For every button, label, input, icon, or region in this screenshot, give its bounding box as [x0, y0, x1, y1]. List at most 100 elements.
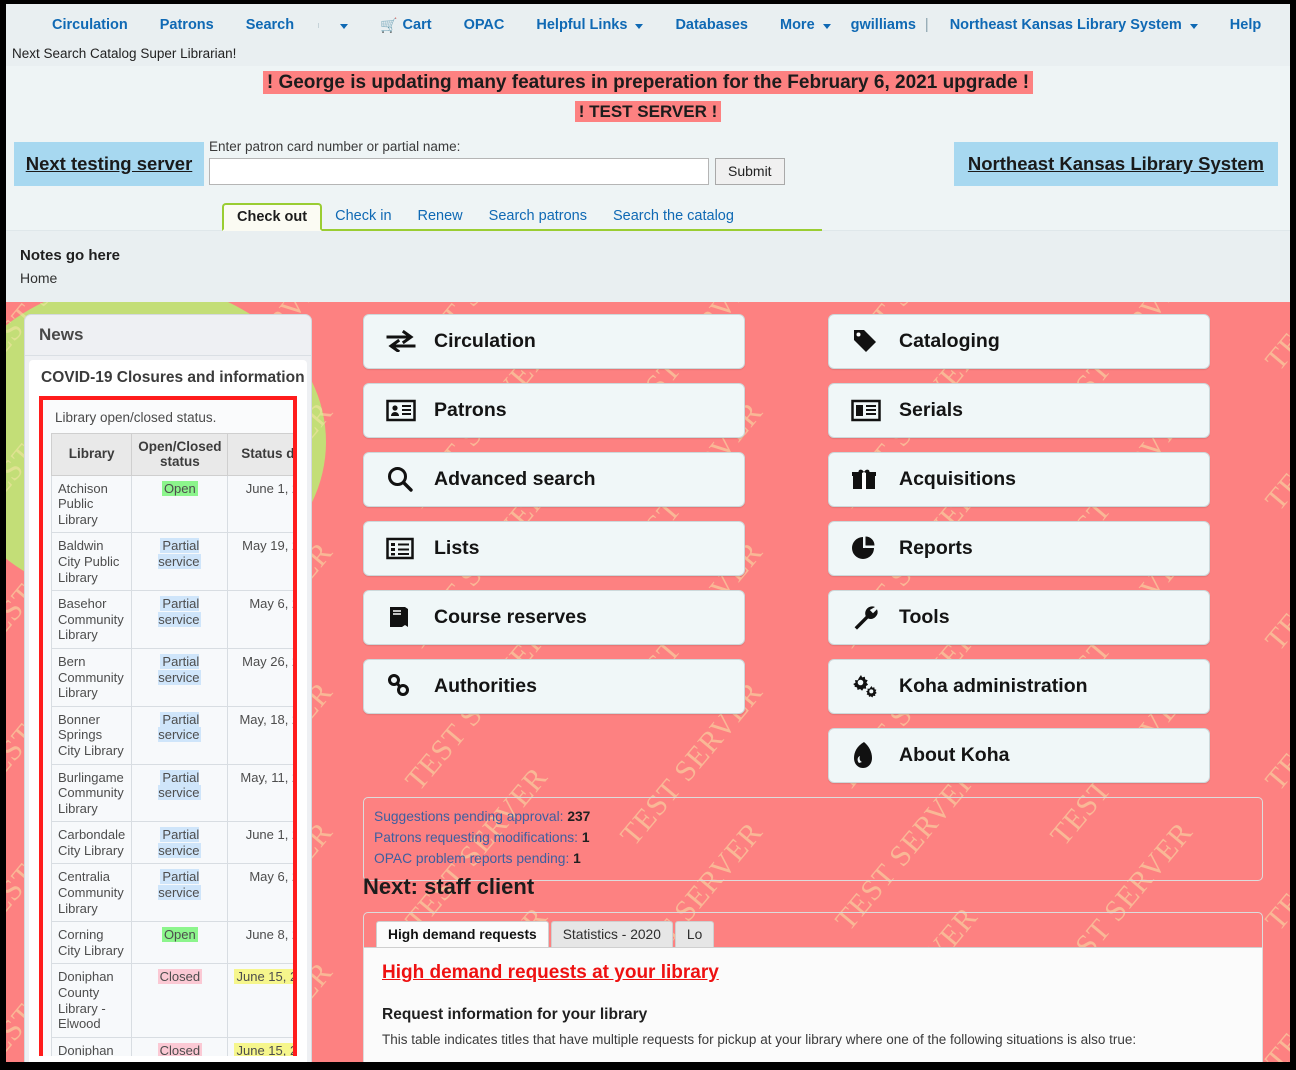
- nav-label: Circulation: [52, 17, 128, 33]
- nav-item-circulation[interactable]: Circulation: [36, 17, 144, 33]
- nav-label: Patrons: [159, 17, 214, 33]
- cell-library: Basehor Community Library: [50, 590, 133, 649]
- watermark-text: TEST SERVER: [1259, 1040, 1290, 1062]
- breadcrumb[interactable]: Home: [20, 270, 1290, 286]
- module-reports[interactable]: Reports: [828, 520, 1210, 576]
- pending-suggestions-row[interactable]: Suggestions pending approval: 237: [374, 806, 1262, 827]
- col-status: Open/Closed status: [131, 432, 229, 476]
- panel-heading: High demand requests at your library: [382, 961, 719, 983]
- notes-strip: Notes go here Home: [6, 229, 1290, 302]
- cell-status-date: June 15, 2020: [227, 963, 293, 1038]
- circulation-tabs: Check out Check in Renew Search patrons …: [222, 202, 822, 231]
- cell-status-date: May 6, 2020: [227, 590, 293, 649]
- brand-left-block: Next testing server: [14, 141, 204, 186]
- status-badge: Closed: [157, 1042, 203, 1056]
- cell-library: Carbondale City Library: [50, 821, 133, 865]
- table-row: Carbondale City Library Partial service Ju…: [50, 821, 293, 865]
- nav-label: Databases: [675, 17, 748, 33]
- module-column-left: Circulation Patrons Advanced search List…: [363, 313, 745, 728]
- high-demand-panel: High demand requests Statistics - 2020 L…: [363, 911, 1263, 1062]
- panel-content: High demand requests at your library Req…: [364, 946, 1262, 1062]
- cell-status: Partial service: [131, 590, 229, 649]
- module-koha-administration[interactable]: Koha administration: [828, 658, 1210, 714]
- module-about-koha[interactable]: About Koha: [828, 727, 1210, 783]
- module-lists[interactable]: Lists: [363, 520, 745, 576]
- status-badge: Closed: [157, 969, 203, 985]
- search-label: Enter patron card number or partial name…: [209, 138, 461, 154]
- nav-library-dropdown[interactable]: Northeast Kansas Library System: [934, 17, 1214, 33]
- tab-check-out[interactable]: Check out: [222, 202, 323, 231]
- submit-button[interactable]: Submit: [715, 157, 785, 185]
- module-label: Serials: [899, 398, 963, 421]
- watermark-text: TEST SERVER: [1259, 302, 1290, 377]
- module-authorities[interactable]: Authorities: [363, 658, 745, 714]
- module-acquisitions[interactable]: Acquisitions: [828, 451, 1210, 507]
- table-row: Atchison Public Library Open June 1, 2020: [50, 474, 293, 534]
- cell-library: Corning City Library: [50, 921, 133, 965]
- module-tools[interactable]: Tools: [828, 589, 1210, 645]
- library-system-link[interactable]: Northeast Kansas Library System: [968, 153, 1264, 175]
- nav-more-dropdown-toggle[interactable]: [318, 22, 364, 29]
- cell-status-date: June 1, 2020: [227, 474, 293, 534]
- module-course-reserves[interactable]: Course reserves: [363, 589, 745, 645]
- nav-item-databases[interactable]: Databases: [659, 17, 764, 33]
- nav-item-cart[interactable]: 🛒 Cart: [364, 17, 447, 34]
- banner-line-1: ! George is updating many features in pr…: [6, 70, 1290, 96]
- cell-status-date: May 26, 2020: [227, 647, 293, 707]
- module-patrons[interactable]: Patrons: [363, 382, 745, 438]
- cell-status: Partial service: [131, 532, 229, 592]
- patron-search-input[interactable]: [209, 157, 709, 185]
- cell-library: Atchison Public Library: [50, 474, 133, 534]
- status-badge: Partial service: [158, 538, 202, 569]
- module-label: Lists: [434, 536, 480, 559]
- cell-status: Closed: [131, 1036, 229, 1056]
- nav-item-more[interactable]: More: [764, 17, 847, 33]
- cell-library: Doniphan County Library - Elwood: [50, 963, 133, 1038]
- nav-item-help[interactable]: Help: [1214, 17, 1277, 33]
- pending-modifications-row[interactable]: Patrons requesting modifications: 1: [374, 827, 1262, 848]
- cell-status: Partial service: [131, 863, 229, 923]
- subnav-text: Next Search Catalog Super Librarian!: [6, 46, 1290, 66]
- gears-icon: [851, 671, 889, 701]
- cell-status: Partial service: [131, 821, 229, 865]
- nav-label: Search: [245, 17, 295, 33]
- module-label: Acquisitions: [899, 467, 1017, 490]
- tab-check-in[interactable]: Check in: [322, 203, 404, 229]
- tab-renew[interactable]: Renew: [405, 203, 476, 229]
- nav-item-helpful-links[interactable]: Helpful Links: [520, 17, 659, 33]
- module-label: Reports: [899, 536, 973, 559]
- nav-label: OPAC: [463, 17, 505, 33]
- wrench-icon: [851, 602, 889, 632]
- module-cataloging[interactable]: Cataloging: [828, 313, 1210, 369]
- tab-statistics-2020[interactable]: Statistics - 2020: [550, 920, 673, 947]
- cell-status: Partial service: [131, 763, 229, 823]
- panel-tabs: High demand requests Statistics - 2020 L…: [364, 913, 1262, 947]
- news-item: COVID-19 Closures and information Librar…: [29, 359, 307, 1062]
- module-serials[interactable]: Serials: [828, 382, 1210, 438]
- module-advanced-search[interactable]: Advanced search: [363, 451, 745, 507]
- cell-library: Burlingame Community Library: [50, 763, 133, 823]
- cell-status-date: May, 18, 2020: [227, 705, 293, 765]
- cell-library: Baldwin City Public Library: [50, 532, 133, 592]
- tab-search-patrons[interactable]: Search patrons: [476, 203, 600, 229]
- nav-item-opac[interactable]: OPAC: [448, 17, 521, 33]
- status-badge: Partial service: [158, 596, 202, 627]
- watermark-text: TEST SERVER: [1259, 480, 1290, 657]
- tab-lo-truncated[interactable]: Lo: [674, 920, 715, 947]
- table-header-row: Library Open/Closed status Status date: [50, 432, 293, 476]
- exchange-arrows-icon: [386, 326, 424, 356]
- module-label: Advanced search: [434, 467, 596, 490]
- nav-item-patrons[interactable]: Patrons: [144, 17, 230, 33]
- tab-high-demand-requests[interactable]: High demand requests: [376, 920, 549, 947]
- next-testing-server-link[interactable]: Next testing server: [26, 153, 193, 175]
- module-label: Cataloging: [899, 329, 1000, 352]
- notes-title: Notes go here: [20, 246, 121, 264]
- pending-opac-reports-row[interactable]: OPAC problem reports pending: 1: [374, 848, 1262, 869]
- nav-item-search[interactable]: Search: [230, 17, 310, 33]
- module-circulation[interactable]: Circulation: [363, 313, 745, 369]
- nav-label: Helpful Links: [536, 17, 628, 33]
- tab-search-catalog[interactable]: Search the catalog: [600, 203, 747, 229]
- table-row: Burlingame Community Library Partial serv…: [50, 763, 293, 823]
- watermark-text: TEST SERVER: [1259, 900, 1290, 1062]
- page-frame: Circulation Patrons Search 🛒 Cart OPAC He…: [6, 4, 1290, 1062]
